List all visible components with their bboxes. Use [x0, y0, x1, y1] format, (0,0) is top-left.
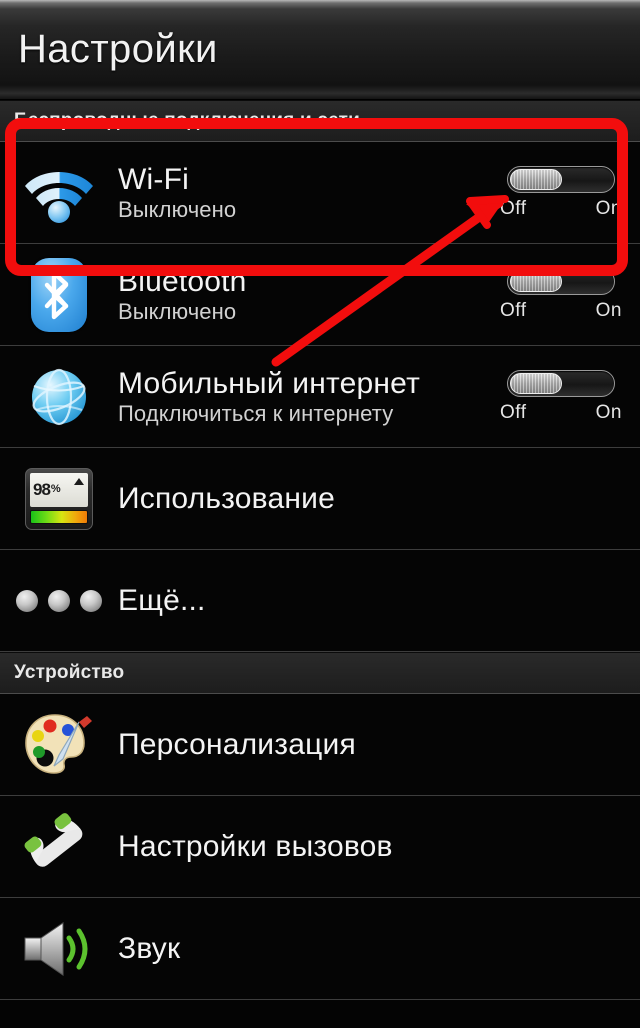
usage-meter-display: 98 %	[30, 472, 88, 507]
personalization-title: Персонализация	[118, 727, 356, 761]
bluetooth-toggle-on-label: On	[595, 299, 622, 321]
mobile-internet-toggle-knob[interactable]	[510, 372, 562, 394]
wifi-toggle-knob[interactable]	[510, 168, 562, 190]
title-bar: Настройки	[0, 0, 640, 100]
mobile-internet-toggle-off-label: Off	[500, 401, 527, 423]
page-title: Настройки	[18, 27, 218, 71]
palette-icon	[21, 710, 97, 780]
settings-row-mobile-internet[interactable]: Мобильный интернет Подключиться к интерн…	[0, 346, 640, 448]
sound-labels: Звук	[118, 933, 640, 965]
speaker-icon-cell	[0, 898, 118, 999]
settings-row-personalization[interactable]: Персонализация	[0, 694, 640, 796]
phone-handset-icon	[23, 812, 95, 882]
settings-row-wifi[interactable]: Wi-Fi Выключено Off On	[0, 142, 640, 244]
bluetooth-icon-cell	[0, 244, 118, 345]
usage-icon-cell: 98 %	[0, 448, 118, 549]
bluetooth-toggle-switch[interactable]	[507, 267, 615, 295]
section-header-wireless: Беспроводные подключения и сети	[0, 100, 640, 142]
bluetooth-icon	[31, 257, 87, 332]
mobile-internet-toggle-cell[interactable]: Off On	[490, 346, 640, 447]
more-labels: Ещё...	[118, 585, 640, 617]
dot-3	[80, 589, 102, 612]
bluetooth-toggle-cell[interactable]: Off On	[490, 244, 640, 345]
usage-meter-bar	[30, 509, 88, 524]
wifi-icon	[22, 162, 96, 224]
bluetooth-labels: Bluetooth Выключено	[118, 266, 490, 324]
settings-screen: Настройки Беспроводные подключения и сет…	[0, 0, 640, 1028]
settings-row-usage[interactable]: 98 % Использование	[0, 448, 640, 550]
mobile-internet-toggle-switch[interactable]	[507, 369, 615, 397]
more-title: Ещё...	[118, 583, 206, 617]
usage-meter-icon: 98 %	[25, 467, 93, 530]
wifi-toggle-cell[interactable]: Off On	[490, 142, 640, 243]
settings-row-more[interactable]: Ещё...	[0, 550, 640, 652]
wifi-icon-cell	[0, 142, 118, 243]
wifi-toggle-labels: Off On	[500, 198, 622, 220]
personalization-labels: Персонализация	[118, 729, 640, 761]
bluetooth-toggle-labels: Off On	[500, 300, 622, 322]
palette-icon-cell	[0, 694, 118, 795]
usage-meter-unit: %	[50, 483, 61, 495]
section-label-device: Устройство	[14, 662, 125, 683]
wifi-toggle-on-label: On	[595, 197, 622, 219]
wifi-title: Wi-Fi	[118, 162, 189, 196]
settings-row-sound[interactable]: Звук	[0, 898, 640, 1000]
wifi-subtitle: Выключено	[118, 197, 237, 223]
mobile-internet-title: Мобильный интернет	[118, 366, 421, 400]
wifi-toggle-switch[interactable]	[507, 165, 615, 193]
globe-icon-cell	[0, 346, 118, 447]
bluetooth-title: Bluetooth	[118, 264, 247, 298]
usage-meter-arrow-icon	[74, 477, 84, 485]
speaker-icon	[21, 918, 97, 980]
wifi-toggle-off-label: Off	[500, 197, 527, 219]
call-settings-title: Настройки вызовов	[118, 829, 393, 863]
more-icon-cell	[0, 550, 118, 651]
dot-2	[48, 589, 70, 612]
section-header-device: Устройство	[0, 652, 640, 694]
mobile-internet-toggle-labels: Off On	[500, 402, 622, 424]
usage-title: Использование	[118, 481, 335, 515]
mobile-internet-labels: Мобильный интернет Подключиться к интерн…	[118, 368, 490, 426]
bluetooth-subtitle: Выключено	[118, 299, 237, 325]
bluetooth-toggle-off-label: Off	[500, 299, 527, 321]
settings-row-bluetooth[interactable]: Bluetooth Выключено Off On	[0, 244, 640, 346]
sound-title: Звук	[118, 931, 181, 965]
mobile-internet-toggle-on-label: On	[595, 401, 622, 423]
bluetooth-toggle-knob[interactable]	[510, 270, 562, 292]
globe-icon	[24, 362, 94, 432]
call-settings-labels: Настройки вызовов	[118, 831, 640, 863]
settings-row-call-settings[interactable]: Настройки вызовов	[0, 796, 640, 898]
usage-meter-value: 98	[33, 480, 51, 499]
mobile-internet-subtitle: Подключиться к интернету	[118, 401, 394, 427]
dot-1	[16, 589, 38, 612]
more-dots-icon	[16, 589, 102, 612]
section-label-wireless: Беспроводные подключения и сети	[14, 110, 360, 131]
wifi-labels: Wi-Fi Выключено	[118, 164, 490, 222]
usage-labels: Использование	[118, 483, 640, 515]
phone-icon-cell	[0, 796, 118, 897]
